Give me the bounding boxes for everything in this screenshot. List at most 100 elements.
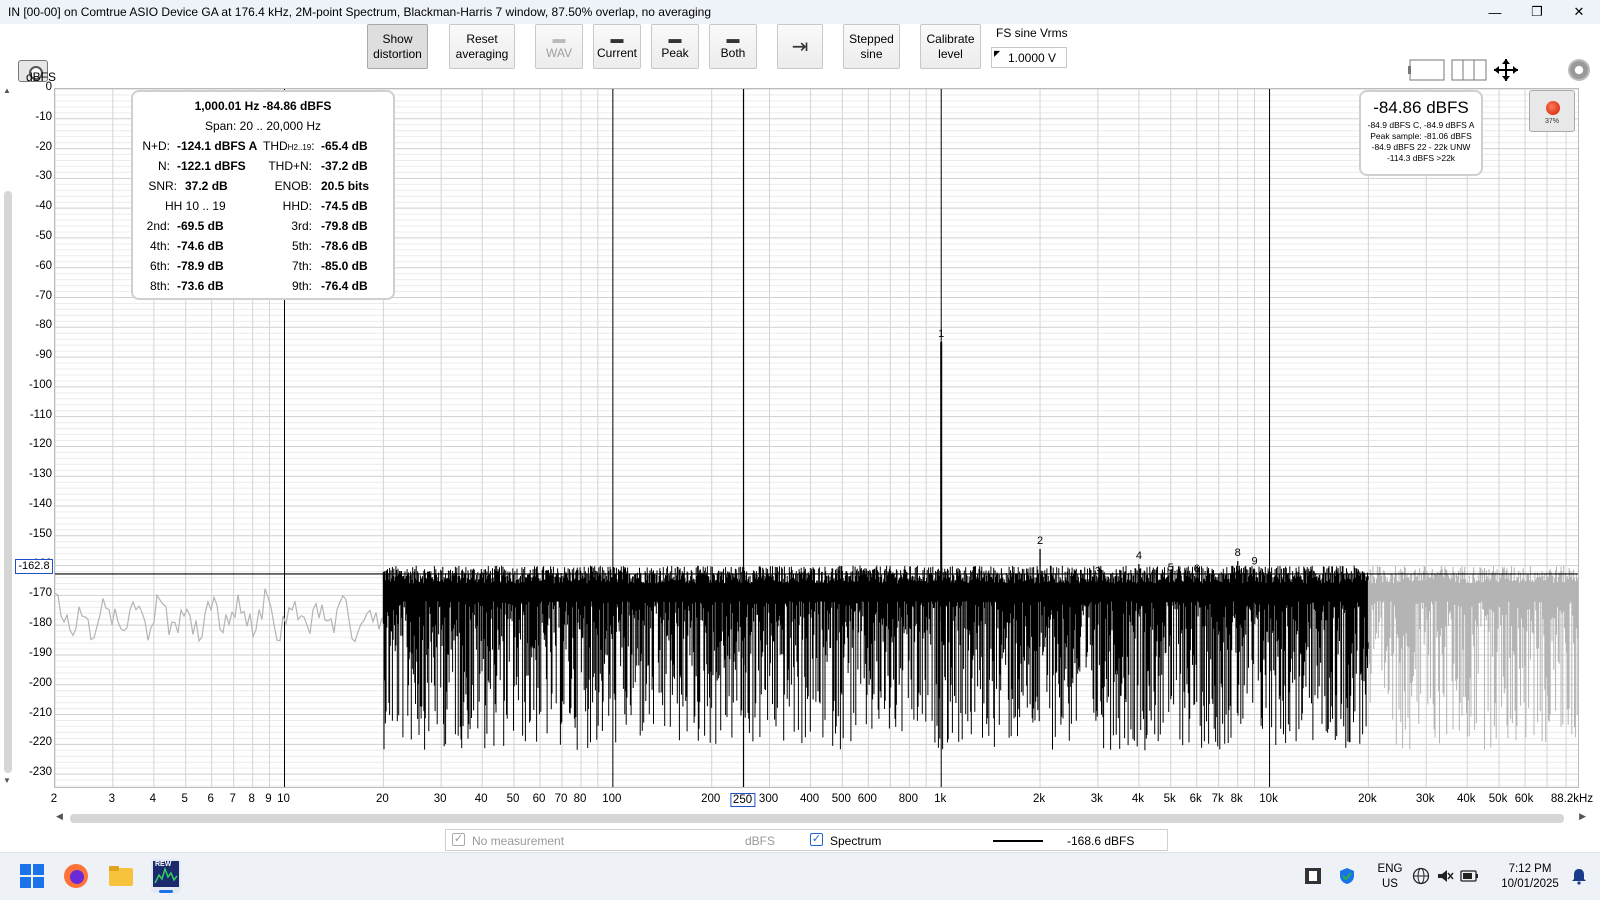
reset-averaging-button[interactable]: Reset averaging [449, 24, 515, 69]
no-measurement-checkbox[interactable]: ✓ [452, 833, 465, 846]
h6-value: -78.9 dB [177, 259, 224, 273]
title-bar: IN [00-00] on Comtrue ASIO Device GA at … [0, 0, 1600, 24]
firefox-icon[interactable] [63, 863, 89, 889]
close-button[interactable]: ✕ [1558, 0, 1600, 24]
stats-row-nd-thd: N+D: -124.1 dBFS A THDH2..19: -65.4 dB [133, 139, 393, 157]
h4-value: -74.6 dB [177, 239, 224, 253]
save-wav-button[interactable]: ▬ WAV [535, 24, 583, 69]
calibrate-level-label-1: Calibrate [926, 31, 975, 46]
x-tick-label: 70 [554, 793, 568, 805]
vertical-scrollbar[interactable]: ▲ ▼ [2, 86, 12, 786]
stepped-sine-button[interactable]: Stepped sine [843, 24, 900, 69]
h8-label: 8th: [149, 279, 170, 293]
record-percent: 37% [1544, 118, 1559, 125]
x-tick-label: 10 [277, 793, 290, 805]
level-line-4: -114.3 dBFS >22k [1386, 153, 1456, 163]
windows-start-icon[interactable] [19, 863, 45, 889]
battery-icon[interactable] [1460, 868, 1486, 894]
harmonic-label-6: 6 [1194, 563, 1200, 575]
x-tick-label: 60k [1514, 793, 1534, 805]
spectrum-line-swatch [993, 840, 1043, 842]
n-value: -122.1 dBFS [177, 159, 246, 173]
pan-arrows-icon[interactable] [1494, 59, 1518, 81]
h2-value: -69.5 dB [177, 219, 224, 233]
x-tick-label: 50 [506, 793, 520, 805]
save-current-button[interactable]: ▬ Current [593, 24, 641, 69]
stats-row-h4-h5: 4th: -74.6 dB 5th: -78.6 dB [133, 239, 393, 257]
scroll-up-icon[interactable]: ▲ [3, 86, 11, 95]
show-distortion-label-2: distortion [373, 46, 422, 61]
defender-shield-icon[interactable] [1338, 867, 1364, 893]
clock-date: 10/01/2025 [1501, 878, 1559, 890]
fs-sine-input[interactable]: ◤ 1.0000 V [991, 47, 1067, 68]
x-tick-label: 20k [1358, 793, 1377, 805]
stats-row-n-thdn: N: -122.1 dBFS THD+N: -37.2 dB [133, 159, 393, 177]
distortion-stats-panel[interactable]: 1,000.01 Hz -84.86 dBFS Span: 20 .. 20,0… [131, 90, 395, 300]
level-meter-panel[interactable]: -84.86 dBFS -84.9 dBFS C, -84.9 dBFS A P… [1359, 90, 1483, 176]
x-tick-label: 30k [1415, 793, 1435, 805]
scroll-left-icon[interactable]: ◀ [56, 811, 63, 822]
calibrate-level-label-2: level [938, 46, 963, 61]
horizontal-scrollbar[interactable]: ◀ ▶ [56, 811, 1586, 824]
harmonic-label-8: 8 [1235, 547, 1241, 559]
thd-label: THDH2..19: [263, 139, 315, 153]
calibrate-level-button[interactable]: Calibrate level [920, 24, 981, 69]
x-tick-label: 60 [532, 793, 546, 805]
x-tick-label: 500 [831, 793, 851, 805]
gear-icon[interactable] [1568, 59, 1590, 81]
h7-label: 7th: [291, 259, 312, 273]
speaker-muted-icon[interactable] [1436, 867, 1462, 893]
network-globe-icon[interactable] [1412, 867, 1438, 893]
harmonic-label-3: 3 [1095, 566, 1101, 578]
h8-value: -73.6 dB [177, 279, 224, 293]
rew-taskbar-item[interactable]: REW [151, 859, 181, 893]
level-line-1: -84.9 dBFS C, -84.9 dBFS A [1367, 120, 1475, 130]
show-distortion-button[interactable]: Show distortion [367, 24, 428, 69]
level-main: -84.86 dBFS [1373, 98, 1469, 117]
x-tick-label: 5 [181, 793, 188, 805]
save-both-button[interactable]: ▬ Both [709, 24, 757, 69]
import-button[interactable]: ⇥ [777, 24, 823, 69]
harmonic-label-1: 1 [938, 328, 944, 340]
single-pane-icon[interactable] [1408, 59, 1445, 81]
spectrum-checkbox[interactable]: ✓ [810, 833, 823, 846]
x-tick-label: 6k [1189, 793, 1202, 805]
clock[interactable]: 7:12 PM 10/01/2025 [1492, 862, 1568, 892]
split-pane-icon[interactable] [1451, 59, 1487, 81]
spectrum-label: Spectrum [830, 834, 882, 848]
minimize-button[interactable]: — [1474, 0, 1516, 24]
import-icon: ⇥ [791, 35, 809, 58]
vertical-scroll-thumb[interactable] [4, 191, 12, 773]
save-icon: ▬ [726, 31, 740, 46]
x-tick-label: 2 [50, 793, 58, 805]
language-indicator[interactable]: ENG US [1372, 862, 1408, 892]
record-icon [1546, 101, 1560, 115]
stats-row-h8-h9: 8th: -73.6 dB 9th: -76.4 dB [133, 279, 393, 297]
both-label: Both [720, 46, 746, 60]
h9-label: 9th: [291, 279, 312, 293]
scroll-right-icon[interactable]: ▶ [1579, 811, 1586, 822]
record-button[interactable]: 37% [1529, 90, 1575, 132]
x-tick-label: 50k [1488, 793, 1508, 805]
language-top: ENG [1377, 863, 1403, 875]
file-explorer-icon[interactable] [108, 863, 134, 889]
h2-label: 2nd: [146, 219, 170, 233]
harmonic-label-7: 7 [1216, 581, 1222, 593]
pen-menu-icon[interactable] [1304, 867, 1330, 893]
thd-sub-label: H2..19 [287, 143, 312, 152]
x-tick-label: 88.2kHz [1550, 793, 1594, 805]
save-peak-button[interactable]: ▬ Peak [651, 24, 699, 69]
x-tick-label: 7k [1211, 793, 1224, 805]
spectrum-value: -168.6 dBFS [1067, 834, 1135, 848]
maximize-button[interactable]: ❐ [1516, 0, 1558, 24]
active-indicator [159, 890, 173, 893]
save-icon: ▬ [610, 31, 624, 46]
x-tick-label: 600 [857, 793, 877, 805]
y-cursor-marker[interactable]: -162.8 [15, 559, 53, 574]
scroll-down-icon[interactable]: ▼ [3, 776, 11, 785]
language-bottom: US [1382, 878, 1398, 890]
horizontal-scroll-thumb[interactable] [70, 814, 1564, 823]
x-tick-label: 10k [1259, 793, 1278, 805]
enob-label: ENOB: [274, 179, 312, 193]
notification-bell-icon[interactable] [1570, 867, 1596, 893]
